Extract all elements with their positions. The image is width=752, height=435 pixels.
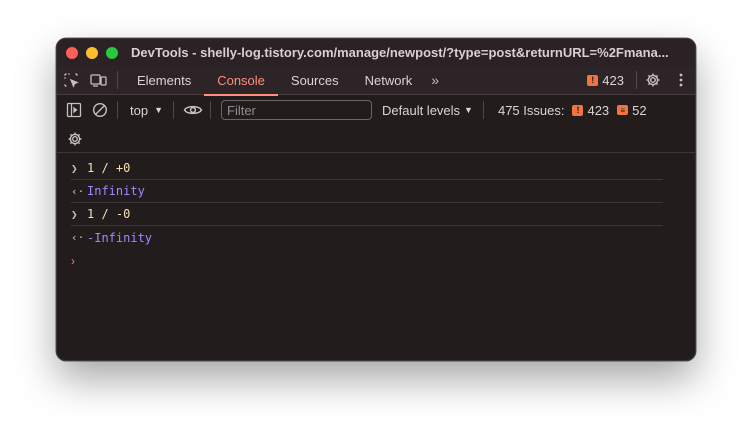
triangle-down-icon: ▼ [464,105,473,115]
tabbar-right: ! 423 [577,66,695,95]
window-title: DevTools - shelly-log.tistory.com/manage… [131,45,669,60]
issues-error-count: 423 [587,102,610,118]
toolbar-separator [210,101,211,119]
inspect-element-icon[interactable] [57,66,85,94]
close-window-button[interactable] [66,46,78,59]
return-arrow-icon: ‹· [71,184,85,198]
issues-counter[interactable]: 475 Issues: ! 423 ≡ 52 [498,103,647,118]
context-selector[interactable]: top ▼ [124,103,169,118]
zoom-window-button[interactable] [106,46,118,59]
tab-network[interactable]: Network [352,66,426,95]
devtools-window: DevTools - shelly-log.tistory.com/manage… [56,38,696,361]
tab-elements[interactable]: Elements [124,66,204,95]
console-input-line[interactable]: ❯ 1 / -0 [71,203,663,226]
sidebar-toggle-icon[interactable] [61,97,87,123]
console-result-value: -Infinity [87,230,153,245]
console-input-line[interactable]: ❯ 1 / +0 [71,157,663,180]
console-output: ❯ 1 / +0 ‹· Infinity ❯ 1 / -0 ‹· -Infini… [57,153,695,272]
toolbar-separator [117,101,118,119]
tab-separator [117,71,118,89]
console-result-line[interactable]: ‹· -Infinity [71,226,663,249]
issues-label: 475 Issues: [497,102,565,118]
tab-console[interactable]: Console [204,66,278,96]
panel-tab-bar: Elements Console Sources Network » ! 423 [57,66,695,96]
more-tabs-chevron-icon[interactable]: » [425,72,445,88]
minimize-window-button[interactable] [86,46,98,59]
console-settings-gear-icon[interactable] [65,125,85,153]
toolbar-separator [173,101,174,119]
console-prompt[interactable]: › [71,249,695,272]
clear-console-icon[interactable] [87,97,113,123]
issues-errors: ! 423 [572,103,609,118]
chevron-right-icon: ❯ [71,207,78,221]
error-badge-icon: ! [587,74,599,86]
console-input-text: 1 / -0 [87,207,131,221]
tabbar-right-separator [636,71,637,89]
console-toolbar: top ▼ Default levels ▼ 475 Issues: ! 423… [57,95,695,125]
message-badge-icon: ≡ [617,105,629,115]
console-result-line[interactable]: ‹· Infinity [71,180,663,203]
prompt-chevron-icon: › [71,253,75,268]
error-counter[interactable]: ! 423 [577,73,634,88]
log-levels-dropdown[interactable]: Default levels ▼ [382,103,473,118]
return-arrow-icon: ‹· [71,231,85,244]
tab-sources[interactable]: Sources [278,66,352,95]
issues-warnings: ≡ 52 [617,102,647,118]
more-options-kebab-icon[interactable] [667,66,695,94]
triangle-down-icon: ▼ [154,105,163,115]
filter-input[interactable] [221,100,372,120]
live-expression-eye-icon[interactable] [180,97,206,123]
title-bar: DevTools - shelly-log.tistory.com/manage… [57,39,695,66]
console-settings-bar [57,125,695,153]
context-selector-label: top [130,102,149,118]
error-count: 423 [602,72,624,88]
settings-gear-icon[interactable] [639,66,667,94]
console-input-text: 1 / +0 [87,161,131,175]
error-badge-icon: ! [572,104,584,116]
device-toolbar-icon[interactable] [85,66,113,94]
chevron-right-icon: ❯ [71,161,78,175]
console-result-value: Infinity [87,184,145,198]
toolbar-separator [482,101,484,119]
log-levels-label: Default levels [382,102,461,118]
issues-warning-count: 52 [632,102,647,118]
